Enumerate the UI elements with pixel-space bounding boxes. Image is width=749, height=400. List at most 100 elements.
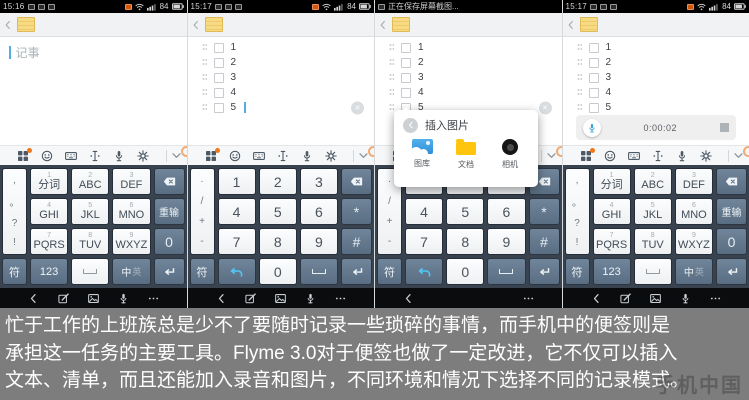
key-9[interactable]: 9WXYZ bbox=[112, 228, 150, 255]
ime-settings-icon[interactable] bbox=[325, 150, 337, 162]
symbol-keys[interactable]: , 。 ? ! bbox=[565, 168, 590, 255]
floating-ball[interactable] bbox=[368, 146, 374, 157]
checkbox[interactable] bbox=[589, 73, 599, 83]
key-7[interactable]: 7 bbox=[405, 228, 443, 255]
language-key[interactable]: 中英 bbox=[675, 258, 713, 285]
key-4[interactable]: 4GHI bbox=[30, 198, 68, 225]
checkbox[interactable] bbox=[401, 58, 411, 68]
floating-ball[interactable] bbox=[743, 146, 749, 157]
key-1[interactable]: 1分词 bbox=[30, 168, 68, 195]
cursor-move-icon[interactable] bbox=[277, 150, 289, 162]
drag-handle-icon[interactable] bbox=[389, 88, 394, 97]
emoji-icon[interactable] bbox=[41, 150, 53, 162]
key-8[interactable]: 8TUV bbox=[634, 228, 672, 255]
ime-logo-icon[interactable] bbox=[17, 150, 29, 162]
nav-back-icon[interactable] bbox=[403, 293, 414, 304]
key-3[interactable]: 3DEF bbox=[112, 168, 150, 195]
ime-settings-icon[interactable] bbox=[137, 150, 149, 162]
emoji-icon[interactable] bbox=[229, 150, 241, 162]
key-1[interactable]: 1 bbox=[218, 168, 256, 195]
note-content[interactable]: 1 2 3 4 5× bbox=[188, 37, 375, 145]
checkbox[interactable] bbox=[589, 88, 599, 98]
key-6[interactable]: 6MNO bbox=[112, 198, 150, 225]
enter-key[interactable] bbox=[154, 258, 185, 285]
clear-row-button[interactable]: × bbox=[539, 101, 552, 114]
key-0[interactable]: 0 bbox=[154, 228, 185, 255]
language-key[interactable]: 中英 bbox=[112, 258, 150, 285]
key-0[interactable]: 0 bbox=[446, 258, 484, 285]
space-key[interactable] bbox=[487, 258, 525, 285]
drag-handle-icon[interactable] bbox=[389, 73, 394, 82]
key-9[interactable]: 9 bbox=[300, 228, 338, 255]
checkbox[interactable] bbox=[401, 88, 411, 98]
drag-handle-icon[interactable] bbox=[389, 103, 394, 112]
key-2[interactable]: 2 bbox=[259, 168, 297, 195]
ime-settings-icon[interactable] bbox=[700, 150, 712, 162]
drag-handle-icon[interactable] bbox=[202, 88, 207, 97]
checkbox[interactable] bbox=[214, 103, 224, 113]
back-icon[interactable] bbox=[191, 20, 201, 30]
symbols-key[interactable]: 符 bbox=[190, 258, 215, 285]
key-4[interactable]: 4 bbox=[405, 198, 443, 225]
key-6[interactable]: 6MNO bbox=[675, 198, 713, 225]
checkbox[interactable] bbox=[214, 43, 224, 53]
symbol-keys[interactable]: · / + - bbox=[190, 168, 215, 255]
voice-input-icon[interactable] bbox=[301, 150, 313, 162]
drag-handle-icon[interactable] bbox=[202, 73, 207, 82]
checkbox[interactable] bbox=[589, 58, 599, 68]
backspace-key[interactable] bbox=[341, 168, 372, 195]
key-7[interactable]: 7PQRS bbox=[30, 228, 68, 255]
undo-key[interactable] bbox=[218, 258, 256, 285]
hide-keyboard-icon[interactable] bbox=[546, 150, 557, 161]
key-1[interactable]: 1分词 bbox=[593, 168, 631, 195]
note-content[interactable]: 1 2 3 4 5 0:00:02 bbox=[563, 37, 749, 145]
key-8[interactable]: 8TUV bbox=[71, 228, 109, 255]
key-3[interactable]: 3 bbox=[300, 168, 338, 195]
voice-input-icon[interactable] bbox=[113, 150, 125, 162]
space-key[interactable] bbox=[300, 258, 338, 285]
key-5[interactable]: 5 bbox=[446, 198, 484, 225]
key-7[interactable]: 7 bbox=[218, 228, 256, 255]
key-2[interactable]: 2ABC bbox=[634, 168, 672, 195]
drag-handle-icon[interactable] bbox=[577, 58, 582, 67]
hide-keyboard-icon[interactable] bbox=[171, 150, 182, 161]
ime-logo-icon[interactable] bbox=[580, 150, 592, 162]
space-key[interactable] bbox=[634, 258, 672, 285]
key-0[interactable]: 0 bbox=[716, 228, 747, 255]
enter-key[interactable] bbox=[529, 258, 560, 285]
key-4[interactable]: 4GHI bbox=[593, 198, 631, 225]
numbers-key[interactable]: 123 bbox=[593, 258, 631, 285]
note-content[interactable]: 记事 bbox=[0, 37, 187, 145]
checkbox[interactable] bbox=[214, 88, 224, 98]
key-5[interactable]: 5JKL bbox=[71, 198, 109, 225]
star-key[interactable]: * bbox=[341, 198, 372, 225]
ime-logo-icon[interactable] bbox=[205, 150, 217, 162]
backspace-key[interactable] bbox=[716, 168, 747, 195]
drag-handle-icon[interactable] bbox=[577, 43, 582, 52]
back-icon[interactable] bbox=[3, 20, 13, 30]
keyboard-icon[interactable] bbox=[65, 150, 77, 162]
nav-edit-note-icon[interactable] bbox=[245, 293, 256, 304]
key-8[interactable]: 8 bbox=[259, 228, 297, 255]
checkbox[interactable] bbox=[214, 58, 224, 68]
checkbox[interactable] bbox=[401, 43, 411, 53]
hash-key[interactable]: # bbox=[529, 228, 560, 255]
hash-key[interactable]: # bbox=[341, 228, 372, 255]
cursor-move-icon[interactable] bbox=[652, 150, 664, 162]
key-6[interactable]: 6 bbox=[487, 198, 525, 225]
nav-edit-note-icon[interactable] bbox=[620, 293, 631, 304]
back-icon[interactable] bbox=[566, 20, 576, 30]
key-5[interactable]: 5JKL bbox=[634, 198, 672, 225]
symbols-key[interactable]: 符 bbox=[565, 258, 590, 285]
nav-record-icon[interactable] bbox=[680, 293, 691, 304]
retype-key[interactable]: 重输 bbox=[154, 198, 185, 225]
key-2[interactable]: 2ABC bbox=[71, 168, 109, 195]
drag-handle-icon[interactable] bbox=[202, 43, 207, 52]
numbers-key[interactable]: 123 bbox=[30, 258, 68, 285]
key-9[interactable]: 9 bbox=[487, 228, 525, 255]
enter-key[interactable] bbox=[341, 258, 372, 285]
key-5[interactable]: 5 bbox=[259, 198, 297, 225]
backspace-key[interactable] bbox=[154, 168, 185, 195]
enter-key[interactable] bbox=[716, 258, 747, 285]
checkbox[interactable] bbox=[589, 103, 599, 113]
